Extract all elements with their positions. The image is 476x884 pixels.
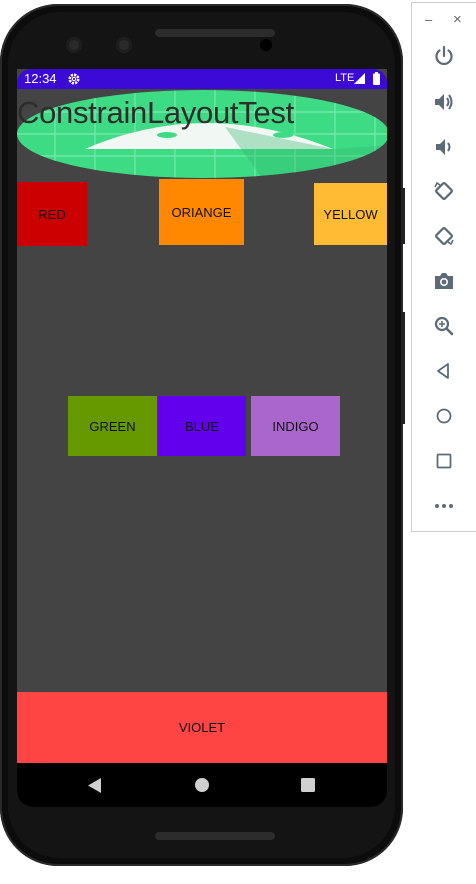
close-button[interactable]: × xyxy=(453,11,462,28)
more-icon[interactable] xyxy=(428,490,460,522)
home-icon[interactable] xyxy=(428,400,460,432)
indigo-button[interactable]: INDIGO xyxy=(251,396,340,456)
device-screen: 12:34 LTE ConstrainLayoutTest RED ORIANG… xyxy=(17,69,387,807)
network-type: LTE xyxy=(335,72,355,84)
rotate-left-icon[interactable] xyxy=(428,175,460,207)
status-bar: 12:34 LTE xyxy=(17,69,387,89)
bottom-speaker xyxy=(155,832,275,840)
overview-icon[interactable] xyxy=(428,445,460,477)
minimize-button[interactable]: – xyxy=(425,12,432,27)
recents-square-icon[interactable] xyxy=(301,778,315,797)
battery-icon xyxy=(373,72,380,88)
proximity-sensor-icon xyxy=(260,39,272,51)
signal-icon xyxy=(353,72,366,88)
home-circle-icon[interactable] xyxy=(195,778,209,797)
navigation-bar xyxy=(17,763,387,807)
red-button[interactable]: RED xyxy=(17,182,87,246)
rotate-right-icon[interactable] xyxy=(428,220,460,252)
orange-button[interactable]: ORIANGE xyxy=(159,179,244,245)
back-triangle-icon[interactable] xyxy=(88,778,102,798)
emulator-toolbar: – × xyxy=(411,2,476,532)
blue-button[interactable]: BLUE xyxy=(158,396,246,456)
violet-button[interactable]: VIOLET xyxy=(17,692,387,763)
status-time: 12:34 xyxy=(24,71,57,86)
camera-icon[interactable] xyxy=(428,265,460,297)
volume-up-icon[interactable] xyxy=(428,86,460,118)
volume-down-icon[interactable] xyxy=(428,131,460,163)
back-icon[interactable] xyxy=(428,355,460,387)
front-camera-icon xyxy=(66,37,82,53)
top-speaker xyxy=(155,29,275,37)
power-icon[interactable] xyxy=(428,40,460,72)
yellow-button[interactable]: YELLOW xyxy=(314,183,387,245)
green-button[interactable]: GREEN xyxy=(68,396,157,456)
front-sensor-icon xyxy=(116,37,132,53)
phone-volume-rocker xyxy=(401,312,405,424)
phone-side-button xyxy=(401,188,405,244)
app-title: ConstrainLayoutTest xyxy=(17,95,294,130)
zoom-icon[interactable] xyxy=(428,310,460,342)
